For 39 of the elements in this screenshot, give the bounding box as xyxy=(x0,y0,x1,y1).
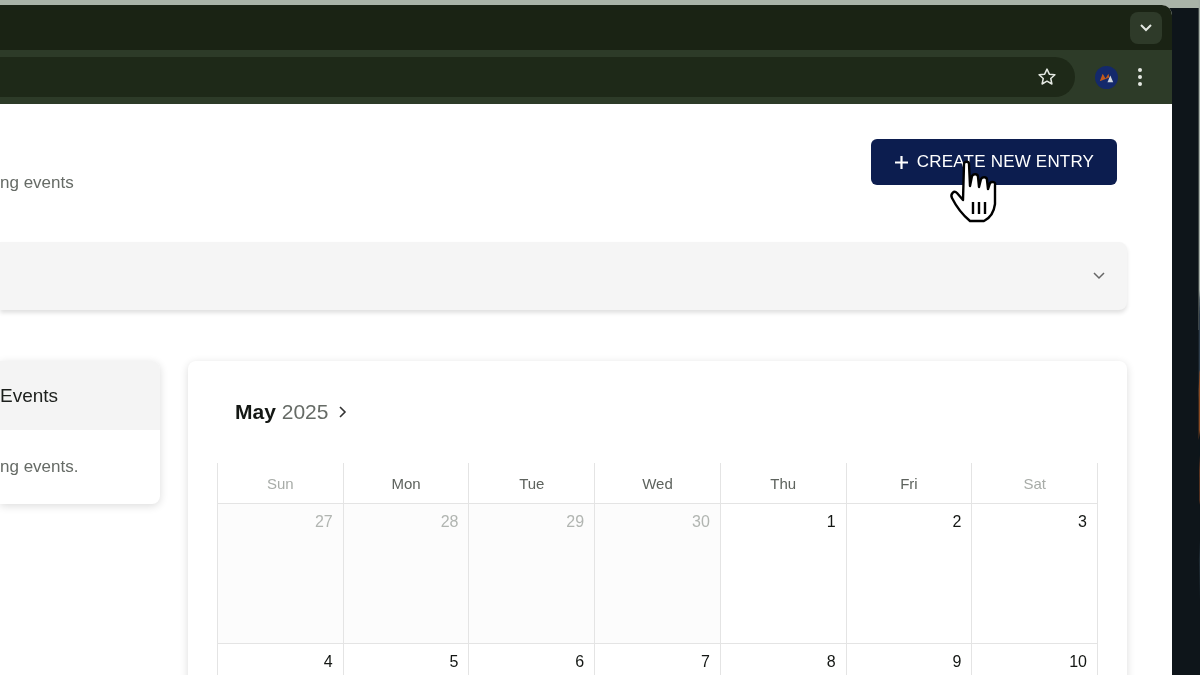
day-cell[interactable]: 6 xyxy=(469,644,596,675)
tab-search-button[interactable] xyxy=(1130,11,1162,44)
card-title: Events xyxy=(0,384,59,407)
day-number: 28 xyxy=(440,513,459,531)
empty-message: ng events. xyxy=(0,457,79,477)
day-number: 7 xyxy=(700,653,710,671)
day-number: 10 xyxy=(1069,653,1087,671)
day-number: 5 xyxy=(449,653,459,671)
day-number: 4 xyxy=(323,653,333,671)
avatar-icon[interactable] xyxy=(1095,65,1118,89)
day-number: 27 xyxy=(314,513,333,531)
day-number: 3 xyxy=(1078,513,1087,531)
day-cell[interactable]: 5 xyxy=(343,644,470,675)
month-title: May 2025 xyxy=(235,400,329,424)
next-month-icon[interactable] xyxy=(338,405,348,419)
weekday-header: Sat xyxy=(972,463,1098,504)
day-cell[interactable]: 10 xyxy=(972,644,1098,675)
more-menu-icon[interactable] xyxy=(1138,68,1142,86)
day-number: 30 xyxy=(692,513,710,531)
day-cell[interactable]: 1 xyxy=(720,504,847,644)
day-number: 1 xyxy=(826,513,836,531)
day-number: 9 xyxy=(952,653,962,671)
day-number: 8 xyxy=(826,653,836,671)
weekday-header: Fri xyxy=(846,463,973,504)
chevron-down-icon xyxy=(1093,272,1105,280)
weekday-header: Thu xyxy=(720,463,847,504)
star-icon[interactable] xyxy=(1037,67,1057,87)
day-cell[interactable]: 8 xyxy=(720,644,847,675)
day-cell[interactable]: 7 xyxy=(595,644,721,675)
page-subtitle: ng events xyxy=(0,173,74,193)
day-cell[interactable]: 9 xyxy=(846,644,973,675)
chevron-down-icon xyxy=(1140,23,1152,32)
day-number: 29 xyxy=(566,513,585,531)
day-cell[interactable]: 2 xyxy=(846,504,973,644)
day-cell[interactable]: 4 xyxy=(218,644,344,675)
plus-icon xyxy=(893,154,909,170)
day-number: 6 xyxy=(575,653,585,671)
day-cell[interactable]: 3 xyxy=(972,504,1098,644)
day-number: 2 xyxy=(952,513,962,531)
